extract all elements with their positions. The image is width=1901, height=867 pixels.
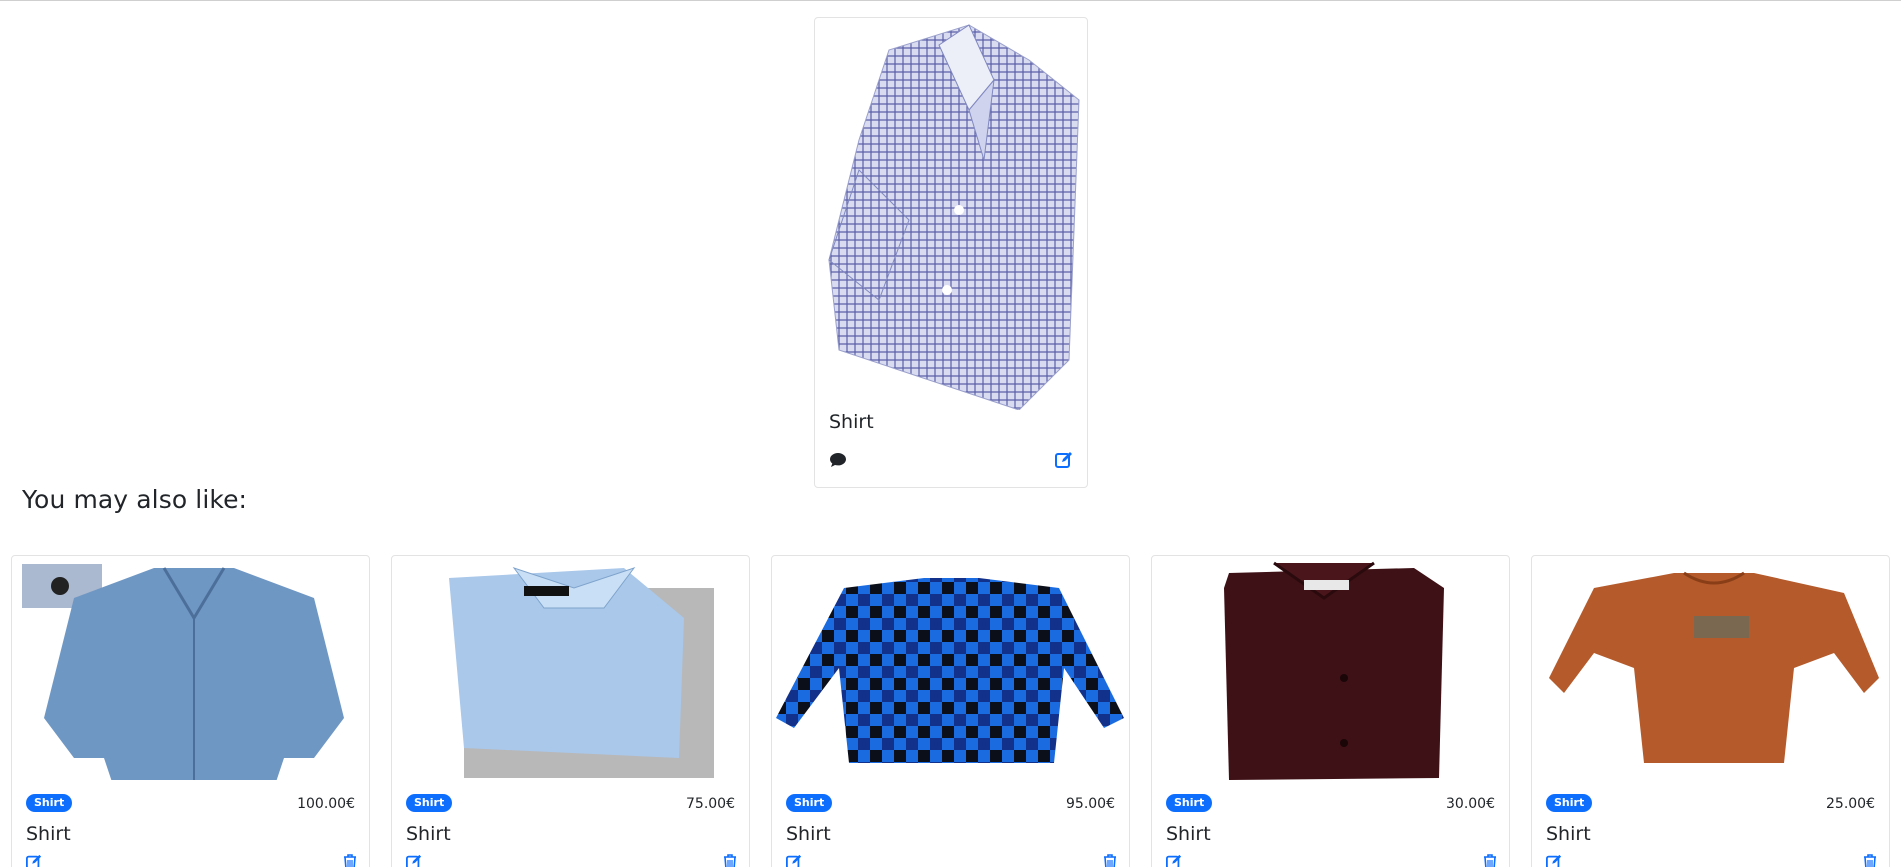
- comment-icon[interactable]: [829, 452, 847, 468]
- trash-icon[interactable]: [1103, 854, 1117, 867]
- denim-shirt-image: [22, 564, 344, 780]
- product-name: Shirt: [1546, 823, 1591, 845]
- section-title: You may also like:: [22, 485, 248, 514]
- edit-icon[interactable]: [786, 854, 802, 867]
- trash-icon[interactable]: [343, 854, 357, 867]
- light-blue-folded-shirt-image: [449, 567, 714, 778]
- product-name: Shirt: [786, 823, 831, 845]
- edit-icon[interactable]: [1546, 854, 1562, 867]
- product-card[interactable]: Shirt 30.00€ Shirt: [1151, 555, 1510, 867]
- product-name: Shirt: [406, 823, 451, 845]
- category-badge: Shirt: [786, 794, 833, 812]
- product-price: 75.00€: [686, 796, 735, 812]
- category-badge: Shirt: [1546, 794, 1593, 812]
- product-name: Shirt: [26, 823, 71, 845]
- product-name: Shirt: [1166, 823, 1211, 845]
- product-price: 95.00€: [1066, 796, 1115, 812]
- featured-product-title: Shirt: [829, 411, 874, 433]
- orange-longsleeve-shirt-image: [1549, 571, 1879, 763]
- product-price: 30.00€: [1446, 796, 1495, 812]
- category-badge: Shirt: [406, 794, 453, 812]
- product-card[interactable]: Shirt 95.00€ Shirt: [771, 555, 1130, 867]
- category-badge: Shirt: [26, 794, 73, 812]
- burgundy-folded-shirt-image: [1224, 561, 1444, 780]
- featured-shirt-image: [828, 24, 1080, 410]
- product-price: 100.00€: [297, 796, 355, 812]
- edit-icon[interactable]: [406, 854, 422, 867]
- product-card[interactable]: Shirt 25.00€ Shirt: [1531, 555, 1890, 867]
- edit-icon[interactable]: [1055, 451, 1073, 469]
- product-price: 25.00€: [1826, 796, 1875, 812]
- product-card[interactable]: Shirt 75.00€ Shirt: [391, 555, 750, 867]
- blue-plaid-shirt-image: [776, 578, 1124, 763]
- trash-icon[interactable]: [1863, 854, 1877, 867]
- edit-icon[interactable]: [1166, 854, 1182, 867]
- category-badge: Shirt: [1166, 794, 1213, 812]
- trash-icon[interactable]: [1483, 854, 1497, 867]
- featured-product-card[interactable]: Shirt: [814, 17, 1088, 488]
- product-card[interactable]: Shirt 100.00€ Shirt: [11, 555, 370, 867]
- trash-icon[interactable]: [723, 854, 737, 867]
- edit-icon[interactable]: [26, 854, 42, 867]
